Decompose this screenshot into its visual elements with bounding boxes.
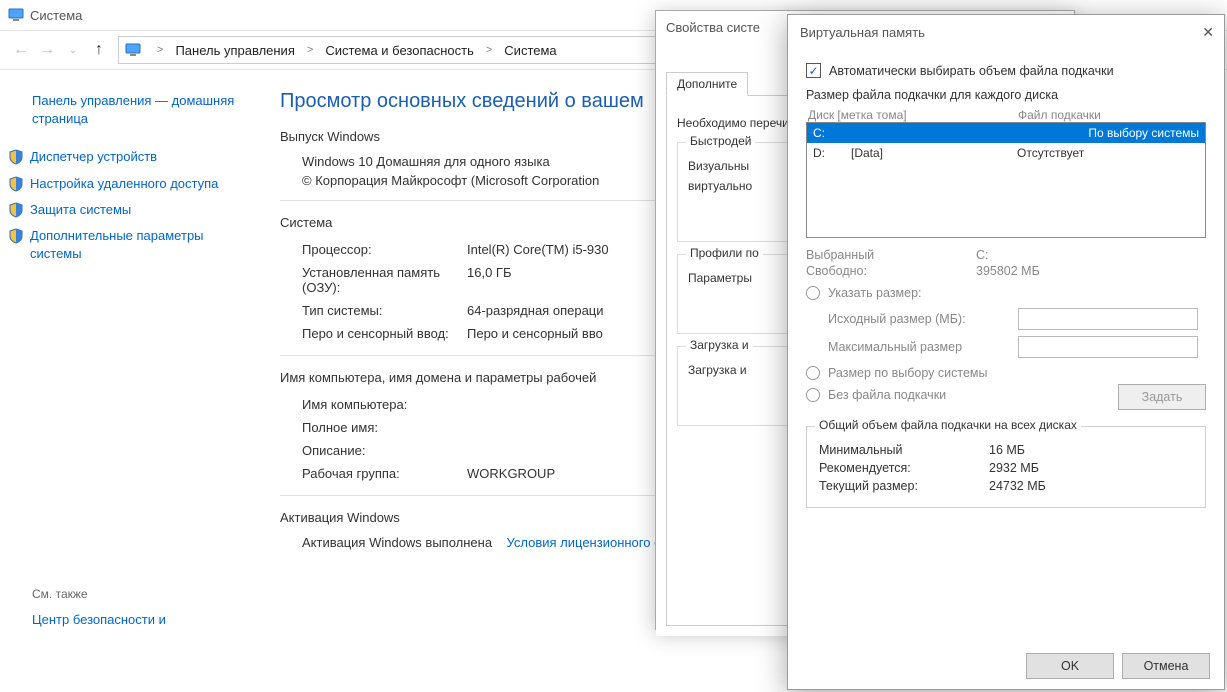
drive-letter: C: bbox=[813, 126, 851, 140]
breadcrumb[interactable]: Панель управления bbox=[173, 41, 296, 60]
startup-legend: Загрузка и bbox=[686, 338, 753, 352]
shield-icon bbox=[8, 202, 24, 218]
cur-label: Текущий размер: bbox=[819, 479, 989, 493]
virtual-memory-dialog: Виртуальная память ✕ ✓ Автоматически выб… bbox=[787, 14, 1225, 690]
close-button[interactable]: ✕ bbox=[1202, 24, 1214, 41]
sidebar-item-label: Диспетчер устройств bbox=[30, 148, 157, 166]
cancel-button[interactable]: Отмена bbox=[1122, 653, 1210, 679]
custom-size-radio[interactable]: Указать размер: bbox=[806, 286, 1206, 300]
sidebar-item-remote-settings[interactable]: Настройка удаленного доступа bbox=[8, 171, 247, 197]
pagefile-status: Отсутствует bbox=[1017, 146, 1199, 160]
max-size-label: Максимальный размер bbox=[828, 340, 1008, 354]
profiles-legend: Профили по bbox=[686, 246, 763, 260]
disk-list[interactable]: C: По выбору системы D: [Data] Отсутству… bbox=[806, 122, 1206, 238]
rec-value: 2932 МБ bbox=[989, 461, 1039, 475]
sidebar-item-device-manager[interactable]: Диспетчер устройств bbox=[8, 144, 247, 170]
shield-icon bbox=[8, 149, 24, 165]
radio-icon bbox=[806, 388, 820, 402]
system-managed-radio[interactable]: Размер по выбору системы bbox=[806, 366, 1206, 380]
selected-drive-value: C: bbox=[976, 248, 989, 262]
pagefile-status: По выбору системы bbox=[1017, 126, 1199, 140]
performance-legend: Быстродей bbox=[686, 134, 755, 148]
tab-advanced[interactable]: Дополните bbox=[666, 72, 748, 96]
sidebar-item-label: Дополнительные параметры системы bbox=[30, 227, 247, 263]
cpu-label: Процессор: bbox=[302, 242, 467, 257]
dialog-titlebar: Виртуальная память ✕ bbox=[788, 15, 1224, 49]
free-space-label: Свободно: bbox=[806, 264, 976, 278]
radio-icon bbox=[806, 366, 820, 380]
set-button[interactable]: Задать bbox=[1118, 384, 1206, 410]
pcname-label: Имя компьютера: bbox=[302, 397, 467, 412]
shield-icon bbox=[8, 176, 24, 192]
disk-list-header: Диск [метка тома] Файл подкачки bbox=[806, 108, 1206, 122]
cur-value: 24732 МБ bbox=[989, 479, 1046, 493]
radio-label: Указать размер: bbox=[828, 286, 922, 300]
sidebar-item-label: Защита системы bbox=[30, 201, 131, 219]
min-value: 16 МБ bbox=[989, 443, 1025, 457]
initial-size-label: Исходный размер (МБ): bbox=[828, 312, 1008, 326]
sidebar-item-security-center[interactable]: Центр безопасности и bbox=[8, 607, 247, 633]
checkbox-label: Автоматически выбирать объем файла подка… bbox=[829, 64, 1114, 78]
description-label: Описание: bbox=[302, 443, 467, 458]
control-panel-home-link[interactable]: Панель управления — домашняя страница bbox=[8, 88, 247, 132]
ok-button[interactable]: OK bbox=[1026, 653, 1114, 679]
col-disk: Диск [метка тома] bbox=[808, 108, 1018, 122]
disk-row[interactable]: D: [Data] Отсутствует bbox=[807, 143, 1205, 163]
see-also-heading: См. также bbox=[8, 587, 247, 601]
rec-label: Рекомендуется: bbox=[819, 461, 989, 475]
radio-icon bbox=[806, 286, 820, 300]
chevron-right-icon[interactable]: > bbox=[151, 44, 169, 56]
window-title: Система bbox=[30, 8, 82, 23]
drive-label: [Data] bbox=[851, 146, 1017, 160]
col-pagefile: Файл подкачки bbox=[1018, 108, 1101, 122]
dialog-title: Виртуальная память bbox=[800, 25, 925, 40]
selected-drive-label: Выбранный bbox=[806, 248, 976, 262]
fullname-label: Полное имя: bbox=[302, 420, 467, 435]
recent-locations-dropdown[interactable]: ⌄ bbox=[60, 37, 86, 63]
ram-label: Установленная память (ОЗУ): bbox=[302, 265, 467, 295]
max-size-input[interactable] bbox=[1018, 336, 1198, 358]
auto-manage-checkbox[interactable]: ✓ Автоматически выбирать объем файла под… bbox=[806, 63, 1206, 78]
sidebar: Панель управления — домашняя страница Ди… bbox=[0, 70, 255, 692]
disk-row[interactable]: C: По выбору системы bbox=[807, 123, 1205, 143]
radio-label: Без файла подкачки bbox=[828, 388, 946, 402]
sidebar-item-system-protection[interactable]: Защита системы bbox=[8, 197, 247, 223]
drive-letter: D: bbox=[813, 146, 851, 160]
sidebar-item-label: Настройка удаленного доступа bbox=[30, 175, 218, 193]
sidebar-item-advanced-system-settings[interactable]: Дополнительные параметры системы bbox=[8, 223, 247, 267]
systype-label: Тип системы: bbox=[302, 303, 467, 318]
checkbox-icon: ✓ bbox=[806, 63, 821, 78]
pen-label: Перо и сенсорный ввод: bbox=[302, 326, 467, 341]
breadcrumb[interactable]: Система и безопасность bbox=[323, 41, 476, 60]
workgroup-label: Рабочая группа: bbox=[302, 466, 467, 481]
shield-icon bbox=[8, 228, 24, 244]
free-space-value: 395802 МБ bbox=[976, 264, 1040, 278]
chevron-right-icon[interactable]: > bbox=[480, 44, 498, 56]
activation-status: Активация Windows выполнена bbox=[302, 535, 492, 550]
address-icon bbox=[125, 42, 141, 58]
chevron-right-icon[interactable]: > bbox=[301, 44, 319, 56]
min-label: Минимальный bbox=[819, 443, 989, 457]
back-button[interactable]: ← bbox=[8, 37, 34, 63]
breadcrumb[interactable]: Система bbox=[502, 41, 558, 60]
total-pagefile-fieldset: Общий объем файла подкачки на всех диска… bbox=[806, 426, 1206, 508]
per-drive-label: Размер файла подкачки для каждого диска bbox=[806, 88, 1206, 102]
radio-label: Размер по выбору системы bbox=[828, 366, 988, 380]
forward-button[interactable]: → bbox=[34, 37, 60, 63]
up-button[interactable]: ↑ bbox=[86, 37, 112, 63]
fieldset-legend: Общий объем файла подкачки на всех диска… bbox=[815, 418, 1081, 432]
initial-size-input[interactable] bbox=[1018, 308, 1198, 330]
system-icon bbox=[8, 7, 24, 23]
